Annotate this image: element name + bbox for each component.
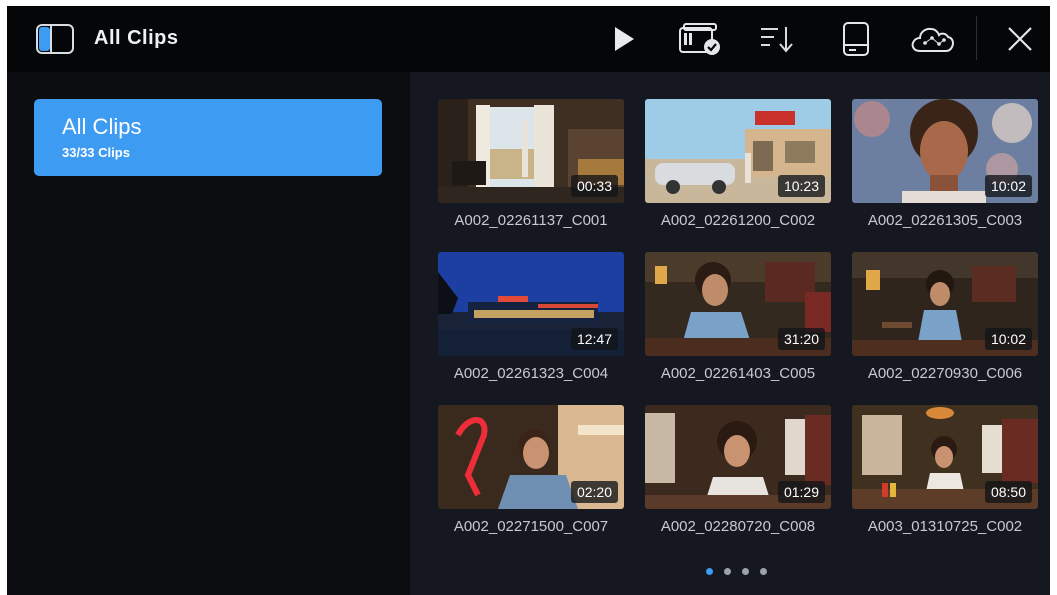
clip-thumbnail: 00:33 [438,99,624,203]
play-icon[interactable] [607,20,641,58]
clip-name: A002_02280720_C008 [660,518,816,535]
bin-list-panel: All Clips 33/33 Clips [7,72,410,595]
top-bar: All Clips [7,6,1050,72]
clip-duration: 31:20 [777,328,825,350]
clip-thumbnail: 01:29 [645,405,831,509]
clip-name: A003_01310725_C002 [867,518,1023,535]
clip-duration: 02:20 [570,481,618,503]
clip-duration: 10:02 [984,328,1032,350]
clip-name: A002_02270930_C006 [867,365,1023,382]
clip-grid: 00:33 A002_02261137_C001 10:23 A002_0226… [410,72,1050,595]
clip-item[interactable]: 00:33 A002_02261137_C001 [438,99,624,234]
clip-item[interactable]: 10:23 A002_02261200_C002 [645,99,831,234]
clip-duration: 08:50 [984,481,1032,503]
clip-thumbnail: 10:02 [852,252,1038,356]
clip-name: A002_02261403_C005 [660,365,816,382]
clip-thumbnail: 10:02 [852,99,1038,203]
bin-item-all-clips[interactable]: All Clips 33/33 Clips [34,99,382,176]
bin-clip-count: 33/33 Clips [62,145,130,160]
clip-item[interactable]: 10:02 A002_02261305_C003 [852,99,1038,234]
clip-thumbnail: 12:47 [438,252,624,356]
storage-drive-icon[interactable] [839,20,873,58]
clip-thumbnail: 31:20 [645,252,831,356]
sidebar-toggle-icon[interactable] [35,22,75,56]
page-indicator [706,568,767,575]
media-card-check-icon[interactable] [677,20,727,58]
page-title: All Clips [94,27,179,49]
page-dot-3[interactable] [742,568,749,575]
close-icon[interactable] [1003,20,1037,58]
page-dot-4[interactable] [760,568,767,575]
sort-icon[interactable] [757,20,797,58]
clip-name: A002_02261305_C003 [867,212,1023,229]
clip-item[interactable]: 10:02 A002_02270930_C006 [852,252,1038,387]
clip-duration: 12:47 [570,328,618,350]
page-dot-1[interactable] [706,568,713,575]
clip-duration: 10:02 [984,175,1032,197]
bin-title: All Clips [62,114,142,139]
clip-item[interactable]: 01:29 A002_02280720_C008 [645,405,831,540]
clip-thumbnail: 02:20 [438,405,624,509]
app-window: All Clips All Clips 33/33 Clips 00:33 A0… [7,6,1050,595]
clip-name: A002_02261137_C001 [454,212,608,229]
clip-duration: 10:23 [777,175,825,197]
clip-duration: 00:33 [570,175,618,197]
clip-name: A002_02261200_C002 [660,212,816,229]
clip-thumbnail: 10:23 [645,99,831,203]
page-dot-2[interactable] [724,568,731,575]
clip-item[interactable]: 31:20 A002_02261403_C005 [645,252,831,387]
clip-name: A002_02261323_C004 [453,365,609,382]
clip-item[interactable]: 08:50 A003_01310725_C002 [852,405,1038,540]
cloud-icon[interactable] [907,20,957,58]
toolbar-divider [976,16,977,60]
clip-item[interactable]: 12:47 A002_02261323_C004 [438,252,624,387]
clip-thumbnail: 08:50 [852,405,1038,509]
clip-item[interactable]: 02:20 A002_02271500_C007 [438,405,624,540]
clip-name: A002_02271500_C007 [453,518,609,535]
clip-duration: 01:29 [777,481,825,503]
